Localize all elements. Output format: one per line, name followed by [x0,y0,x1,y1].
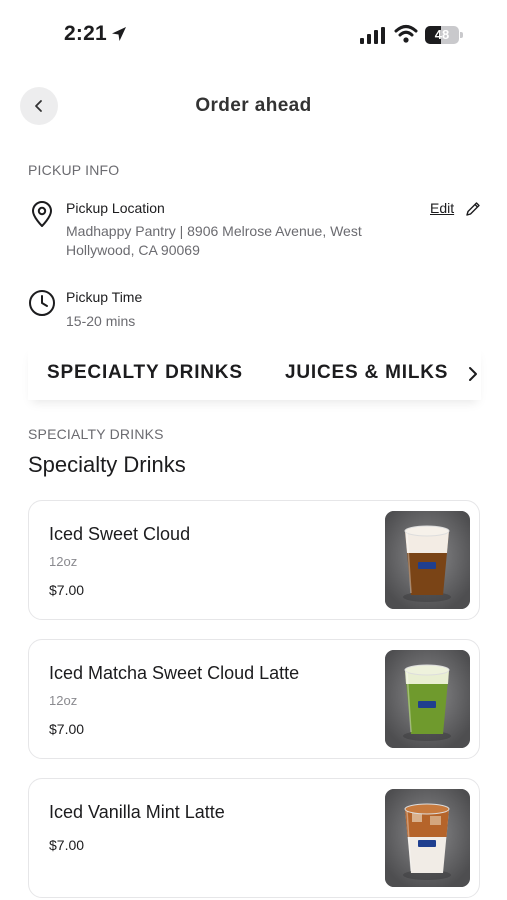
product-name: Iced Sweet Cloud [49,524,191,544]
page-title: Order ahead [195,95,312,116]
drink-cup-icon [385,789,470,887]
product-name: Iced Vanilla Mint Latte [49,802,225,822]
pickup-location-title: Pickup Location [66,200,165,216]
drink-cup-icon [385,511,470,609]
chevron-right-icon[interactable] [466,366,480,382]
map-pin-icon [32,201,52,227]
pencil-icon[interactable] [465,201,481,217]
status-bar: 2:21 48 [0,0,507,70]
specialty-drinks-label: SPECIALTY DRINKS [28,426,164,442]
battery-level: 48 [434,27,450,42]
product-price: $7.00 [49,582,85,598]
pickup-time-value: 15-20 mins [66,313,136,329]
product-price: $7.00 [49,837,85,853]
product-price: $7.00 [49,721,85,737]
section-heading: Specialty Drinks [28,452,186,477]
product-image [385,511,470,609]
pickup-time-title: Pickup Time [66,289,143,305]
drink-cup-icon [385,650,470,748]
signal-icon [360,27,385,44]
category-tabs: SPECIALTY DRINKS JUICES & MILKS [28,346,481,400]
product-size: 12oz [49,554,78,569]
tab-specialty-drinks[interactable]: SPECIALTY DRINKS [47,362,243,384]
product-card-iced-vanilla-mint-latte[interactable]: Iced Vanilla Mint Latte $7.00 [28,778,480,898]
clock-icon [29,290,55,316]
pickup-location-address: Madhappy Pantry | 8906 Melrose Avenue, W… [66,223,362,258]
location-arrow-icon [112,27,126,41]
product-image [385,789,470,887]
product-size: 12oz [49,693,78,708]
product-card-iced-matcha-sweet-cloud-latte[interactable]: Iced Matcha Sweet Cloud Latte 12oz $7.00 [28,639,480,759]
tab-juices-milks[interactable]: JUICES & MILKS [285,362,448,384]
battery-icon: 48 [425,26,463,44]
product-card-iced-sweet-cloud[interactable]: Iced Sweet Cloud 12oz $7.00 [28,500,480,620]
status-time: 2:21 [64,22,107,45]
wifi-icon [394,25,418,43]
product-image [385,650,470,748]
pickup-info-label: PICKUP INFO [28,162,120,178]
product-name: Iced Matcha Sweet Cloud Latte [49,663,300,683]
edit-location-link[interactable]: Edit [430,200,454,216]
